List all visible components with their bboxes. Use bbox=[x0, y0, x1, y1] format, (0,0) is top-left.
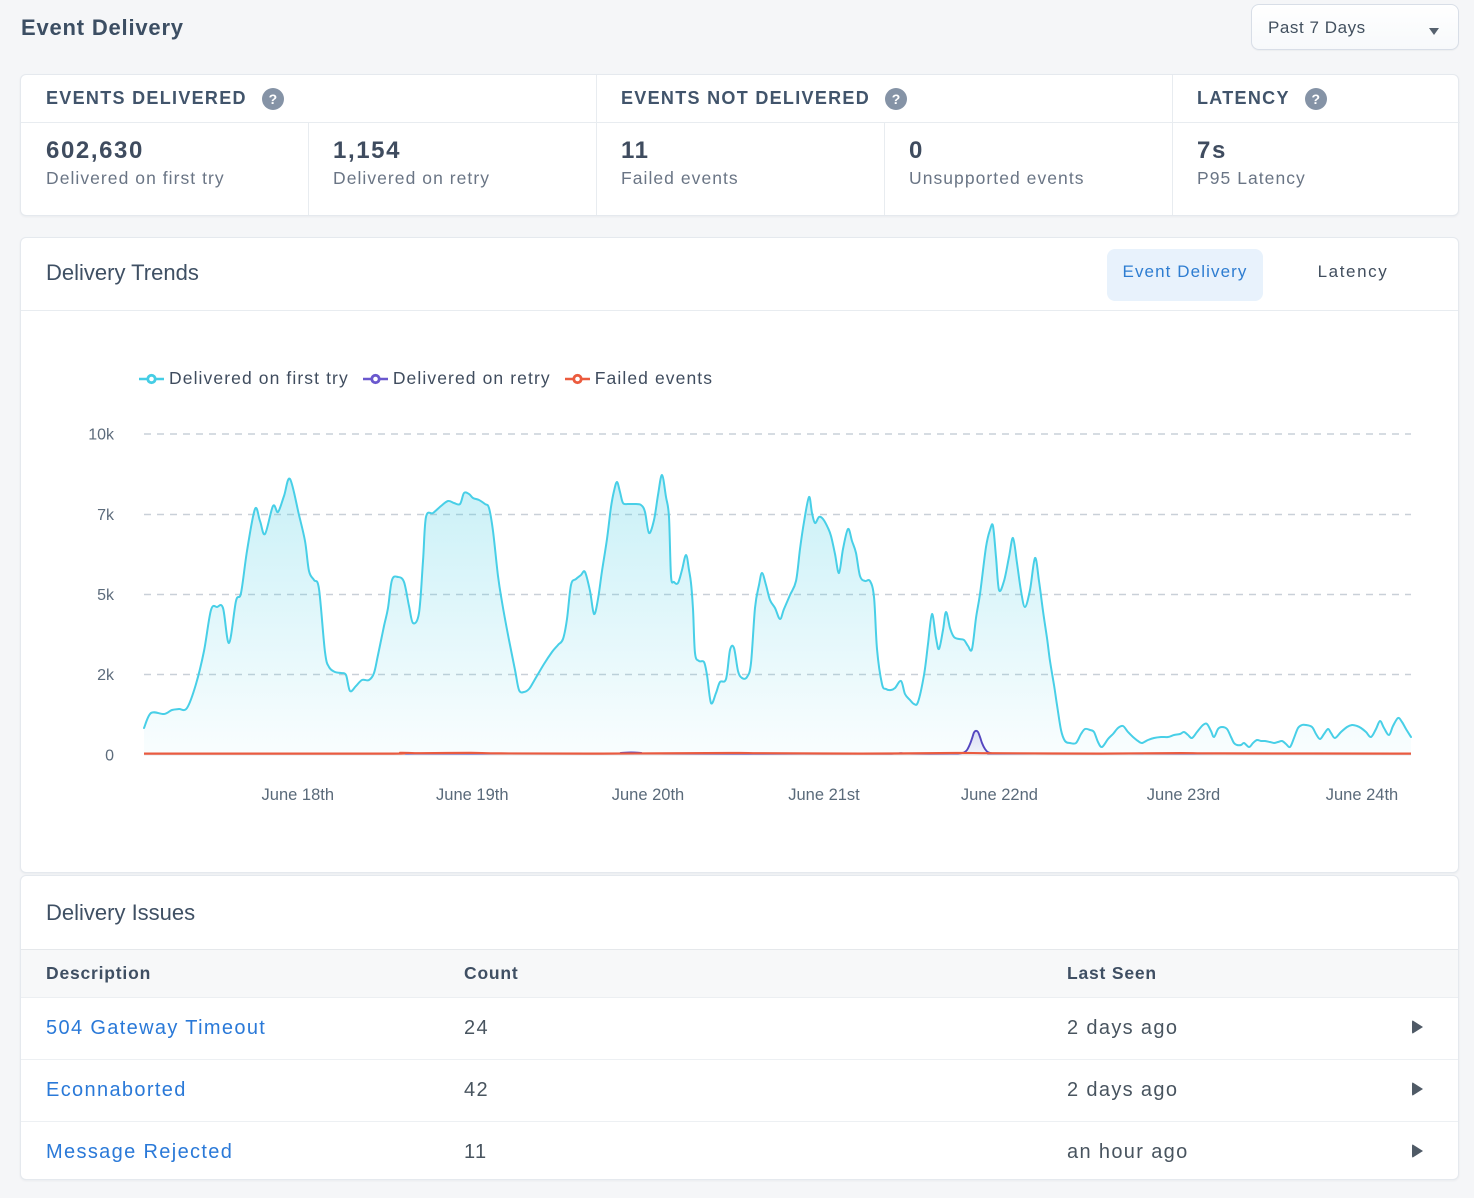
svg-text:June 22nd: June 22nd bbox=[961, 786, 1038, 804]
svg-text:June 21st: June 21st bbox=[788, 786, 860, 804]
svg-text:June 24th: June 24th bbox=[1326, 786, 1398, 804]
svg-text:2k: 2k bbox=[97, 667, 115, 684]
svg-text:10k: 10k bbox=[88, 427, 115, 444]
svg-text:June 19th: June 19th bbox=[436, 786, 508, 804]
svg-text:June 18th: June 18th bbox=[262, 786, 334, 804]
svg-text:5k: 5k bbox=[97, 587, 115, 604]
svg-text:June 23rd: June 23rd bbox=[1147, 786, 1220, 804]
svg-text:0: 0 bbox=[105, 748, 114, 765]
svg-text:June 20th: June 20th bbox=[612, 786, 684, 804]
svg-text:7k: 7k bbox=[97, 507, 115, 524]
